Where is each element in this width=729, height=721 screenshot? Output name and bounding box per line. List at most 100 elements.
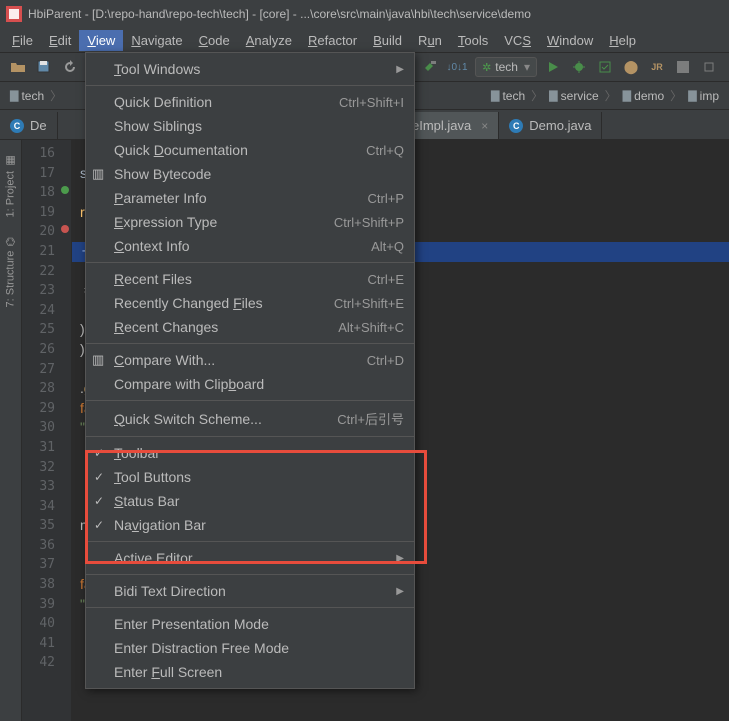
menu-item-compare-with-clipboard[interactable]: Compare with Clipboard xyxy=(86,372,414,396)
menu-vcs[interactable]: VCS xyxy=(496,30,539,51)
menu-item-show-siblings[interactable]: Show Siblings xyxy=(86,114,414,138)
breadcrumb[interactable]: ▇imp xyxy=(684,87,723,105)
breadcrumb[interactable]: ▇service xyxy=(545,87,602,105)
menu-separator xyxy=(86,607,414,608)
menu-edit[interactable]: Edit xyxy=(41,30,79,51)
shortcut: Alt+Shift+C xyxy=(338,320,404,335)
check-icon: ✓ xyxy=(94,470,104,484)
menu-item-tool-buttons[interactable]: ✓Tool Buttons xyxy=(86,465,414,489)
run-icon[interactable] xyxy=(541,55,565,79)
line-gutter: 1617181920212223242526272829303132333435… xyxy=(22,140,72,721)
menu-item-enter-full-screen[interactable]: Enter Full Screen xyxy=(86,660,414,684)
breadcrumb[interactable]: ▇tech xyxy=(6,87,48,105)
run-configuration[interactable]: ✲ tech ▾ xyxy=(475,57,537,77)
menu-item-recently-changed-files[interactable]: Recently Changed FilesCtrl+Shift+E xyxy=(86,291,414,315)
line-number: 33 xyxy=(22,477,71,497)
folder-icon: ▇ xyxy=(491,89,499,102)
bytecode-icon: ▥ xyxy=(92,166,104,182)
indent-icon[interactable]: ↓0↓1 xyxy=(445,55,469,79)
menu-item-quick-documentation[interactable]: Quick DocumentationCtrl+Q xyxy=(86,138,414,162)
menu-build[interactable]: Build xyxy=(365,30,410,51)
view-dropdown-menu[interactable]: Tool Windows▶ Quick DefinitionCtrl+Shift+… xyxy=(85,52,415,689)
menu-separator xyxy=(86,541,414,542)
editor-tab[interactable]: C Demo.java xyxy=(499,112,602,139)
shortcut: Alt+Q xyxy=(371,239,404,254)
refresh-icon[interactable] xyxy=(58,55,82,79)
app-icon xyxy=(6,6,22,22)
shortcut: Ctrl+Shift+I xyxy=(339,95,404,110)
open-icon[interactable] xyxy=(6,55,30,79)
menu-item-quick-switch-scheme-[interactable]: Quick Switch Scheme...Ctrl+后引号 xyxy=(86,405,414,432)
menu-item-recent-files[interactable]: Recent FilesCtrl+E xyxy=(86,267,414,291)
line-number: 39 xyxy=(22,595,71,615)
arrow-right-icon: ▶ xyxy=(396,586,404,597)
menu-navigate[interactable]: Navigate xyxy=(123,30,190,51)
save-all-icon[interactable] xyxy=(32,55,56,79)
menu-item-status-bar[interactable]: ✓Status Bar xyxy=(86,489,414,513)
line-number: 28 xyxy=(22,379,71,399)
gutter-mark-icon xyxy=(61,186,69,194)
project-icon: ▦ xyxy=(4,154,17,167)
menu-item-tool-windows[interactable]: Tool Windows▶ xyxy=(86,57,414,81)
menu-refactor[interactable]: Refactor xyxy=(300,30,365,51)
editor-tab[interactable]: C De xyxy=(0,112,58,139)
line-number: 25 xyxy=(22,320,71,340)
line-number: 32 xyxy=(22,458,71,478)
line-number: 31 xyxy=(22,438,71,458)
breadcrumb[interactable]: ▇tech xyxy=(487,87,529,105)
menu-run[interactable]: Run xyxy=(410,30,450,51)
line-number: 26 xyxy=(22,340,71,360)
stop-icon[interactable] xyxy=(671,55,695,79)
line-number: 20 xyxy=(22,222,71,242)
menu-separator xyxy=(86,262,414,263)
menu-item-expression-type[interactable]: Expression TypeCtrl+Shift+P xyxy=(86,210,414,234)
menu-item-recent-changes[interactable]: Recent ChangesAlt+Shift+C xyxy=(86,315,414,339)
menu-file[interactable]: File xyxy=(4,30,41,51)
menu-item-context-info[interactable]: Context InfoAlt+Q xyxy=(86,234,414,258)
attach-icon[interactable] xyxy=(697,55,721,79)
menu-item-enter-distraction-free-mode[interactable]: Enter Distraction Free Mode xyxy=(86,636,414,660)
line-number: 19 xyxy=(22,203,71,223)
coverage-icon[interactable] xyxy=(593,55,617,79)
menu-item-navigation-bar[interactable]: ✓Navigation Bar xyxy=(86,513,414,537)
menu-item-enter-presentation-mode[interactable]: Enter Presentation Mode xyxy=(86,612,414,636)
line-number: 22 xyxy=(22,262,71,282)
menu-item-bidi-text-direction[interactable]: Bidi Text Direction▶ xyxy=(86,579,414,603)
menu-analyze[interactable]: Analyze xyxy=(238,30,300,51)
line-number: 21 xyxy=(22,242,71,262)
check-icon: ✓ xyxy=(94,494,104,508)
arrow-right-icon: ▶ xyxy=(396,553,404,564)
line-number: 27 xyxy=(22,360,71,380)
menu-item-parameter-info[interactable]: Parameter InfoCtrl+P xyxy=(86,186,414,210)
close-icon[interactable]: × xyxy=(481,119,488,133)
profile-icon[interactable]: ⬤ xyxy=(619,55,643,79)
menu-separator xyxy=(86,85,414,86)
gutter-mark-icon xyxy=(61,225,69,233)
project-tool-button[interactable]: 1: Project▦ xyxy=(4,154,17,217)
line-number: 30 xyxy=(22,418,71,438)
line-number: 38 xyxy=(22,575,71,595)
shortcut: Ctrl+Shift+E xyxy=(334,296,404,311)
breadcrumb[interactable]: ▇demo xyxy=(619,87,669,105)
hammer-icon[interactable] xyxy=(419,55,443,79)
line-number: 24 xyxy=(22,301,71,321)
line-number: 37 xyxy=(22,555,71,575)
menu-item-quick-definition[interactable]: Quick DefinitionCtrl+Shift+I xyxy=(86,90,414,114)
shortcut: Ctrl+后引号 xyxy=(337,409,404,428)
menu-view[interactable]: View xyxy=(79,30,123,51)
menu-help[interactable]: Help xyxy=(601,30,644,51)
class-icon: C xyxy=(10,119,24,133)
structure-tool-button[interactable]: 7: Structure⌬ xyxy=(4,237,17,307)
menu-tools[interactable]: Tools xyxy=(450,30,496,51)
menu-code[interactable]: Code xyxy=(191,30,238,51)
menu-window[interactable]: Window xyxy=(539,30,601,51)
menu-item-compare-with-[interactable]: ▥Compare With...Ctrl+D xyxy=(86,348,414,372)
menu-item-active-editor[interactable]: Active Editor▶ xyxy=(86,546,414,570)
menu-separator xyxy=(86,400,414,401)
menu-item-show-bytecode[interactable]: ▥Show Bytecode xyxy=(86,162,414,186)
spring-icon: ✲ xyxy=(482,61,491,74)
line-number: 18 xyxy=(22,183,71,203)
debug-icon[interactable] xyxy=(567,55,591,79)
menu-item-toolbar[interactable]: ✓Toolbar xyxy=(86,441,414,465)
jrebel-icon[interactable]: JR xyxy=(645,55,669,79)
